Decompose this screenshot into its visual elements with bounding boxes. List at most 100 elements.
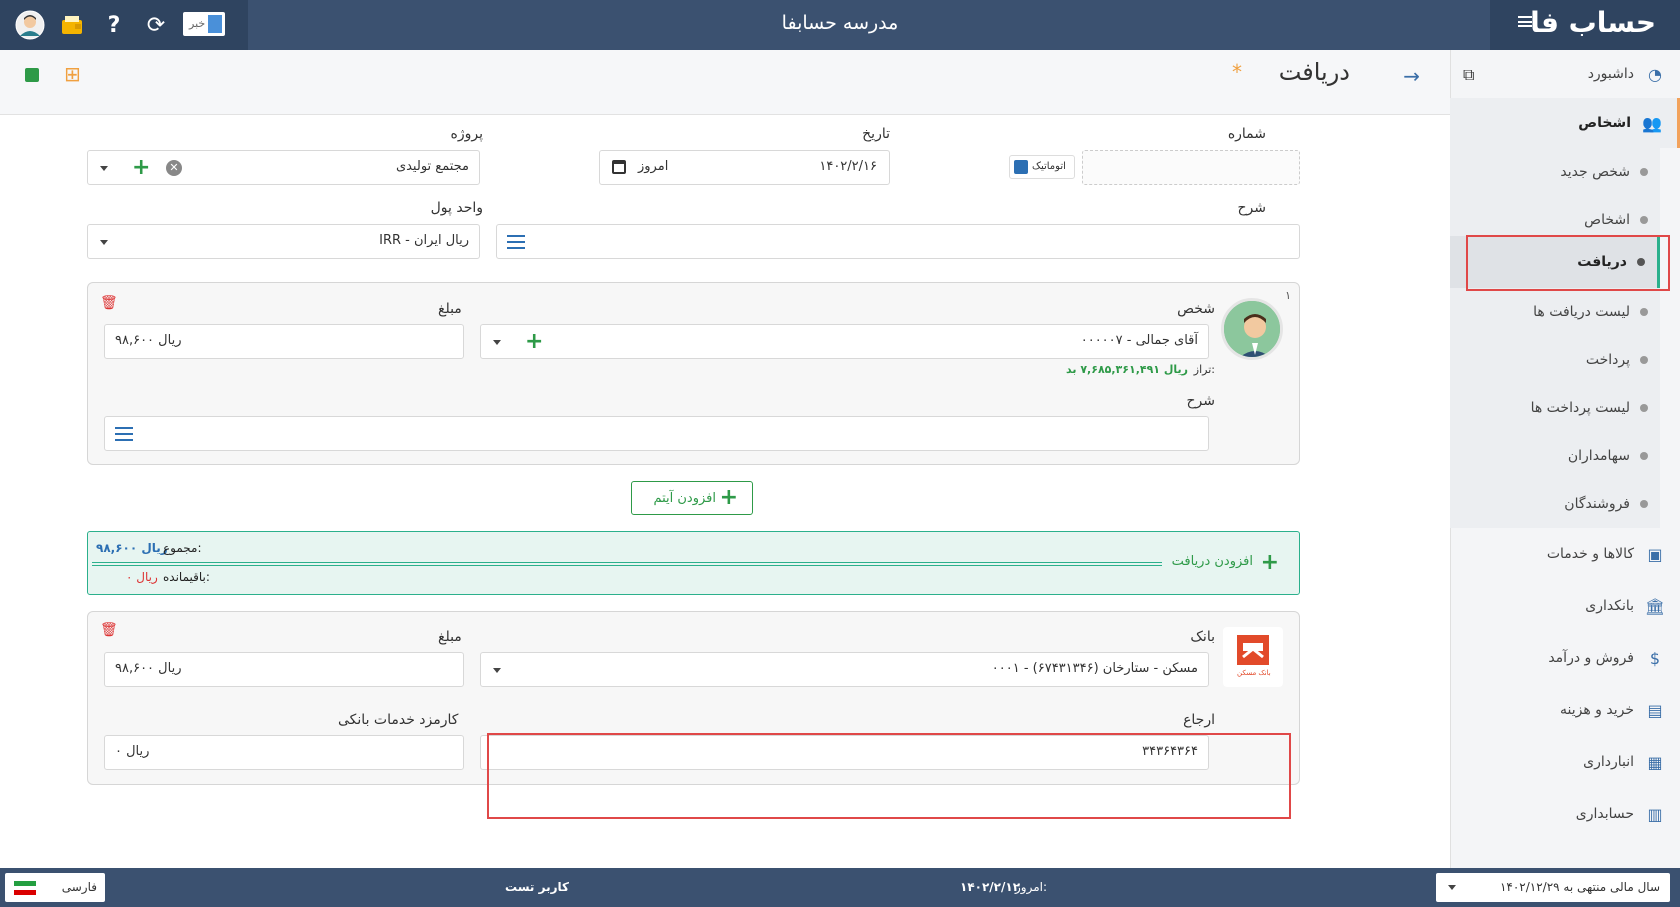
bank-label: بانک bbox=[1190, 629, 1215, 645]
add-project-icon[interactable]: + bbox=[132, 157, 150, 179]
chevron-down-icon[interactable] bbox=[100, 240, 108, 245]
app-title: مدرسه حسابفا bbox=[781, 12, 899, 34]
currency-value: IRR - ریال ایران bbox=[379, 233, 469, 248]
warehouse-icon: ▦ bbox=[1647, 752, 1663, 772]
sidebar-item-purchase[interactable]: خرید و هزینه ▤ bbox=[1450, 684, 1680, 736]
sidebar-sub-label: لیست دریافت ها bbox=[1533, 304, 1630, 320]
total-label: مجموع: bbox=[163, 541, 202, 555]
amount-label: مبلغ bbox=[438, 301, 462, 317]
menu-icon[interactable] bbox=[507, 235, 525, 249]
currency-select[interactable]: IRR - ریال ایران bbox=[87, 224, 480, 259]
person-value: ۰۰۰۰۰۷ - آقای جمالی bbox=[1080, 333, 1198, 348]
new-document-icon[interactable]: ⊞ bbox=[64, 64, 81, 84]
person-select[interactable]: ۰۰۰۰۰۷ - آقای جمالی + bbox=[480, 324, 1209, 359]
bullet-icon bbox=[1640, 404, 1648, 412]
modified-mark: * bbox=[1232, 60, 1242, 84]
sidebar-item-banking[interactable]: بانکداری 🏛 bbox=[1450, 580, 1680, 632]
language-select[interactable]: فارسی bbox=[5, 873, 105, 902]
total-value: ریال ۹۸,۶۰۰ bbox=[96, 541, 168, 555]
sidebar-sub-receive-list[interactable]: لیست دریافت ها bbox=[1450, 288, 1660, 336]
sidebar-sub-shareholders[interactable]: سهامداران bbox=[1450, 432, 1660, 480]
sidebar-item-label: اشخاص bbox=[1578, 115, 1631, 131]
sidebar-item-products[interactable]: کالاها و خدمات ▣ bbox=[1450, 528, 1680, 580]
trash-icon[interactable]: 🗑 bbox=[100, 295, 118, 311]
sidebar-item-label: فروش و درآمد bbox=[1548, 650, 1634, 666]
news-label: خبر bbox=[189, 17, 206, 30]
sidebar-sub-label: پرداخت bbox=[1585, 352, 1630, 368]
amount-input[interactable]: ریال ۹۸,۶۰۰ bbox=[104, 324, 464, 359]
user-avatar-icon[interactable] bbox=[14, 9, 46, 41]
person-avatar bbox=[1221, 298, 1283, 360]
sidebar-item-warehouse[interactable]: انبارداری ▦ bbox=[1450, 736, 1680, 788]
sidebar-sub-payment-list[interactable]: لیست پرداخت ها bbox=[1450, 384, 1660, 432]
balance-value: ریال ۷,۶۸۵,۳۶۱,۴۹۱ بد bbox=[1066, 363, 1188, 376]
currency-label: واحد پول bbox=[430, 200, 483, 216]
sidebar-item-persons[interactable]: اشخاص 👥 bbox=[1450, 98, 1680, 148]
sidebar-item-sales[interactable]: فروش و درآمد $ bbox=[1450, 632, 1680, 684]
top-bar: ? ⟳ خبر مدرسه حسابفا حساب فا bbox=[0, 0, 1680, 50]
bullet-icon bbox=[1640, 168, 1648, 176]
sidebar-sub-label: اشخاص bbox=[1584, 212, 1630, 228]
item-card: ۱ 🗑 شخص ۰۰۰۰۰۷ - آقای جمالی + تراز: ریال… bbox=[87, 282, 1300, 465]
menu-icon[interactable] bbox=[115, 427, 133, 441]
chevron-down-icon[interactable] bbox=[100, 166, 108, 171]
sidebar-sub-vendors[interactable]: فروشندگان bbox=[1450, 480, 1660, 528]
sidebar-item-label: داشبورد bbox=[1587, 66, 1634, 82]
sidebar-sub-label: سهامداران bbox=[1567, 448, 1630, 464]
back-arrow-icon[interactable]: → bbox=[1403, 64, 1420, 88]
bank-amount-label: مبلغ bbox=[438, 629, 462, 645]
bullet-icon bbox=[1640, 308, 1648, 316]
page-header: ⊞ دریافت * → bbox=[0, 50, 1450, 115]
chevron-down-icon[interactable] bbox=[1448, 885, 1456, 890]
sidebar-item-label: انبارداری bbox=[1583, 754, 1634, 770]
auto-toggle[interactable]: اتوماتیک bbox=[1009, 155, 1075, 179]
page-title: دریافت bbox=[1278, 58, 1350, 86]
sidebar: داشبورد ◔ ⧉ اشخاص 👥 شخص جدید اشخاص دریاف… bbox=[1450, 50, 1680, 868]
bank-select[interactable]: ۰۰۰۱ - مسکن - ستارخان (۶۷۴۳۱۳۴۶) bbox=[480, 652, 1209, 687]
sidebar-item-accounting[interactable]: حسابداری ▥ bbox=[1450, 788, 1680, 840]
wallet-icon[interactable] bbox=[56, 9, 88, 41]
item-desc-input[interactable] bbox=[104, 416, 1209, 451]
switch-window-icon[interactable]: ⧉ bbox=[1463, 65, 1474, 85]
auto-label: اتوماتیک bbox=[1032, 161, 1066, 172]
add-item-label: افزودن آیتم bbox=[653, 491, 716, 506]
sidebar-item-label: حسابداری bbox=[1575, 806, 1634, 822]
desc-input[interactable] bbox=[496, 224, 1300, 259]
sidebar-item-dashboard[interactable]: داشبورد ◔ bbox=[1450, 50, 1680, 98]
project-select[interactable]: مجتمع تولیدی ✕ + bbox=[87, 150, 480, 185]
chevron-down-icon[interactable] bbox=[493, 340, 501, 345]
number-input[interactable] bbox=[1082, 150, 1300, 185]
sidebar-sub-label: شخص جدید bbox=[1560, 164, 1630, 180]
sidebar-sub-new-person[interactable]: شخص جدید bbox=[1450, 148, 1660, 196]
summary-box: افزودن دریافت + ریال ۹۸,۶۰۰ مجموع: ریال … bbox=[87, 531, 1300, 595]
fiscal-year-select[interactable]: سال مالی منتهی به ۱۴۰۲/۱۲/۲۹ bbox=[1436, 873, 1670, 902]
refresh-icon[interactable]: ⟳ bbox=[140, 9, 172, 41]
help-icon[interactable]: ? bbox=[98, 9, 130, 41]
bank-icon: 🏛 bbox=[1644, 596, 1666, 616]
save-icon[interactable] bbox=[25, 68, 39, 82]
desc-label: شرح bbox=[1237, 200, 1267, 216]
bank-amount-input[interactable]: ریال ۹۸,۶۰۰ bbox=[104, 652, 464, 687]
person-label: شخص bbox=[1177, 301, 1215, 317]
add-person-icon[interactable]: + bbox=[525, 331, 543, 353]
trash-icon[interactable]: 🗑 bbox=[100, 622, 118, 638]
date-input[interactable]: ۱۴۰۲/۲/۱۶ امروز bbox=[599, 150, 890, 185]
news-icon bbox=[208, 15, 222, 33]
fee-input[interactable]: ریال ۰ bbox=[104, 735, 464, 770]
highlight-receive bbox=[1466, 235, 1670, 291]
add-item-button[interactable]: + افزودن آیتم bbox=[631, 481, 753, 515]
today-value: ۱۴۰۲/۲/۱۲ bbox=[960, 880, 1021, 894]
project-value: مجتمع تولیدی bbox=[395, 159, 469, 174]
chevron-down-icon[interactable] bbox=[493, 668, 501, 673]
ref-label: ارجاع bbox=[1183, 712, 1215, 728]
sidebar-item-label: خرید و هزینه bbox=[1559, 702, 1634, 718]
calendar-icon[interactable] bbox=[612, 160, 626, 174]
current-user: کاربر تست bbox=[505, 880, 569, 894]
sidebar-sub-payment[interactable]: پرداخت bbox=[1450, 336, 1660, 384]
sidebar-sub-label: فروشندگان bbox=[1564, 496, 1630, 512]
news-button[interactable]: خبر bbox=[183, 12, 225, 36]
bullet-icon bbox=[1640, 452, 1648, 460]
clear-icon[interactable]: ✕ bbox=[166, 160, 182, 176]
highlight-reference bbox=[487, 733, 1291, 819]
users-icon: 👥 bbox=[1642, 113, 1662, 133]
